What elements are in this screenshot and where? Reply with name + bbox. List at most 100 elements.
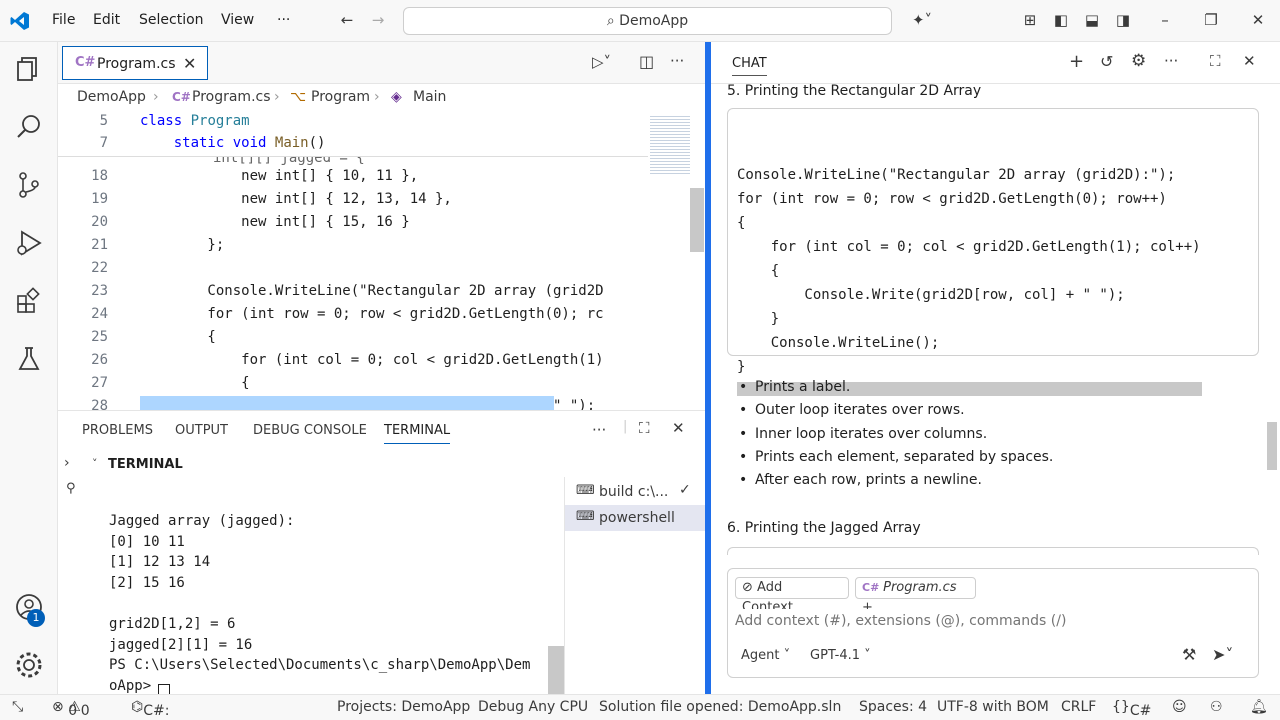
extensions-icon[interactable] — [14, 286, 44, 316]
breadcrumb-folder[interactable]: DemoApp — [77, 89, 146, 105]
class-icon: ⌥ — [290, 89, 307, 105]
copilot-status-icon[interactable]: ☺ — [1172, 699, 1187, 715]
csharp-file-icon: C# — [862, 581, 884, 594]
chevron-right-icon[interactable]: › — [64, 455, 70, 471]
model-dropdown[interactable]: GPT-4.1 ˅ — [810, 648, 871, 663]
notifications-icon[interactable]: 🔔︎ — [1250, 699, 1268, 715]
tab-debug-console[interactable]: DEBUG CONSOLE — [253, 423, 367, 438]
more-actions-icon[interactable]: ··· — [670, 52, 684, 70]
line-number: 23 — [91, 283, 108, 299]
menu-more[interactable]: ··· — [277, 12, 290, 28]
line-number: 20 — [91, 214, 108, 230]
maximize-panel-icon[interactable]: ⛶ — [639, 419, 650, 437]
breadcrumb-file[interactable]: Program.cs — [192, 89, 271, 105]
debug-config[interactable]: Debug Any CPU — [478, 699, 588, 715]
tab-terminal[interactable]: TERMINAL — [384, 423, 451, 444]
chat-code-block-partial — [727, 547, 1259, 555]
tab-program-cs[interactable]: C# Program.cs ✕ — [62, 46, 208, 80]
command-center-label: DemoApp — [619, 13, 689, 29]
toggle-sidebar-icon[interactable]: ◧ — [1051, 10, 1071, 30]
layout-customize-icon[interactable]: ⊞ — [1020, 10, 1040, 30]
mode-dropdown[interactable]: Agent ˅ — [741, 648, 790, 663]
errors-indicator[interactable]: ⊗ 0 ⚠ 0 — [52, 699, 90, 719]
more-actions-icon[interactable]: ··· — [1164, 52, 1178, 70]
line-endings[interactable]: CRLF — [1061, 699, 1096, 715]
code-line: { — [140, 329, 216, 345]
send-icon[interactable]: ➤˅ — [1212, 645, 1233, 664]
indentation[interactable]: Spaces: 4 — [859, 699, 927, 715]
breadcrumb-method[interactable]: Main — [413, 89, 446, 105]
line-number: 21 — [91, 237, 108, 253]
close-icon[interactable]: ✕ — [1243, 52, 1256, 70]
menu-view[interactable]: View — [221, 12, 254, 28]
close-panel-icon[interactable]: ✕ — [672, 419, 685, 437]
file-context-chip[interactable]: C# Program.cs + — [855, 577, 976, 615]
chat-input-box[interactable]: ⊘ Add Context... C# Program.cs + Agent ˅… — [727, 568, 1259, 678]
menu-file[interactable]: File — [52, 12, 75, 28]
gear-icon[interactable]: ⚙ — [1131, 51, 1146, 71]
projects-indicator[interactable]: Projects: DemoApp — [337, 699, 470, 715]
toggle-panel-icon[interactable]: ⬓ — [1082, 10, 1102, 30]
terminal-item-build[interactable]: ⌨ build c:\... ✓ — [565, 479, 707, 505]
history-icon[interactable]: ↺ — [1100, 52, 1113, 71]
source-control-icon[interactable] — [14, 170, 44, 200]
terminal-output[interactable]: Jagged array (jagged): [0] 10 11 [1] 12 … — [109, 511, 530, 696]
forward-arrow-icon[interactable]: → — [368, 10, 388, 30]
chat-code-block[interactable]: Console.WriteLine("Rectangular 2D array … — [727, 108, 1259, 396]
chevron-down-icon[interactable]: ˅ — [92, 457, 98, 470]
restore-icon[interactable]: ❐ — [1201, 10, 1221, 30]
encoding[interactable]: UTF-8 with BOM — [937, 699, 1049, 715]
remote-icon[interactable]: ⤡ — [12, 699, 23, 715]
back-arrow-icon[interactable]: ← — [337, 10, 357, 30]
menu-edit[interactable]: Edit — [93, 12, 120, 28]
tools-icon[interactable]: ⚒ — [1182, 645, 1196, 664]
run-debug-icon[interactable] — [14, 228, 44, 258]
close-window-icon[interactable]: ✕ — [1248, 10, 1268, 30]
new-chat-icon[interactable]: + — [1069, 51, 1084, 72]
add-context-button[interactable]: ⊘ Add Context... — [735, 577, 849, 615]
language-mode[interactable]: {} C# — [1112, 699, 1151, 719]
editor-tab-bar: C# Program.cs ✕ ▷˅ ◫ ··· — [58, 42, 706, 84]
menu-selection[interactable]: Selection — [139, 12, 204, 28]
terminal-scrollbar[interactable] — [548, 646, 564, 694]
chat-scrollbar[interactable] — [1267, 422, 1277, 470]
split-editor-icon[interactable]: ◫ — [639, 52, 654, 71]
maximize-icon[interactable]: ⛶ — [1210, 52, 1221, 70]
close-tab-icon[interactable]: ✕ — [183, 54, 196, 73]
search-icon[interactable] — [14, 112, 44, 142]
run-icon[interactable]: ▷˅ — [592, 53, 611, 71]
breadcrumb-class[interactable]: Program — [311, 89, 370, 105]
settings-gear-icon[interactable] — [14, 650, 44, 680]
csharp-file-icon: C# — [172, 90, 191, 104]
pin-icon[interactable]: ⚲ — [66, 481, 76, 496]
copilot-icon[interactable]: ✦˅ — [905, 10, 939, 30]
accounts-status-icon[interactable]: ⚇ — [1210, 699, 1223, 715]
chat-bullet-item: After each row, prints a newline. — [739, 472, 982, 488]
chat-input-field[interactable] — [735, 609, 1245, 633]
line-number: 27 — [91, 375, 108, 391]
toggle-secondary-sidebar-icon[interactable]: ◨ — [1113, 10, 1133, 30]
solution-status[interactable]: Solution file opened: DemoApp.sln — [599, 699, 841, 715]
editor-scrollbar[interactable] — [690, 188, 704, 252]
terminal-icon: ⌨ — [576, 483, 595, 498]
explorer-icon[interactable] — [14, 54, 44, 84]
line-number: 5 — [99, 113, 108, 129]
tab-output[interactable]: OUTPUT — [175, 423, 228, 438]
terminal-item-powershell[interactable]: ⌨ powershell — [565, 505, 707, 531]
activity-bar: 1 — [0, 42, 58, 694]
chevron-right-icon: › — [374, 89, 380, 105]
chat-bullet-item: Inner loop iterates over columns. — [739, 426, 987, 442]
tab-problems[interactable]: PROBLEMS — [82, 423, 153, 438]
more-actions-icon[interactable]: ··· — [592, 421, 606, 439]
line-number: 7 — [99, 135, 108, 151]
chat-bullet-item: Outer loop iterates over rows. — [739, 402, 965, 418]
chat-code-line: for (int col = 0; col < grid2D.GetLength… — [737, 239, 1201, 255]
code-editor[interactable]: 5 class Program 7 static void Main() int… — [58, 110, 706, 410]
check-icon: ✓ — [679, 482, 691, 498]
project-indicator[interactable]: ⌬ C#: DemoApp (DemoApp) — [131, 699, 212, 720]
minimap[interactable] — [650, 114, 690, 174]
command-center-search[interactable]: ⌕ DemoApp — [403, 7, 892, 35]
line-number: 19 — [91, 191, 108, 207]
testing-icon[interactable] — [14, 344, 44, 374]
minimize-icon[interactable]: – — [1155, 10, 1175, 30]
